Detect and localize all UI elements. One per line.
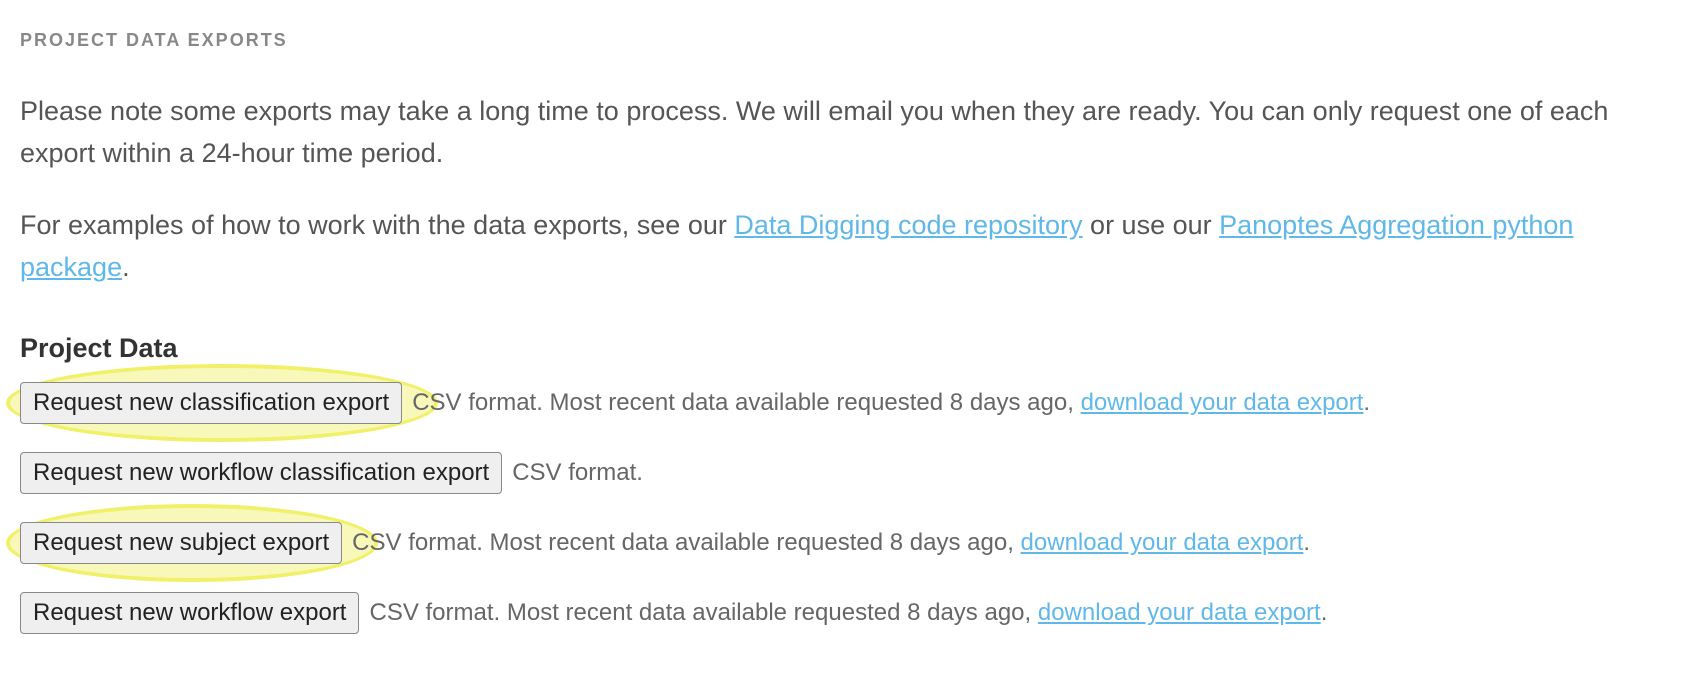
- description-2-prefix: For examples of how to work with the dat…: [20, 210, 734, 240]
- section-title: PROJECT DATA EXPORTS: [20, 30, 1666, 51]
- download-workflow-link[interactable]: download your data export: [1038, 599, 1321, 626]
- data-digging-link[interactable]: Data Digging code repository: [734, 210, 1082, 240]
- subject-desc-suffix: .: [1303, 529, 1310, 556]
- workflow-desc-prefix: CSV format. Most recent data available r…: [369, 599, 1037, 626]
- workflow-export-desc: CSV format. Most recent data available r…: [369, 599, 1327, 627]
- subject-desc-prefix: CSV format. Most recent data available r…: [352, 529, 1020, 556]
- request-workflow-export-button[interactable]: Request new workflow export: [20, 592, 359, 634]
- workflow-desc-suffix: .: [1321, 599, 1328, 626]
- subsection-title: Project Data: [20, 333, 1666, 364]
- request-classification-export-button[interactable]: Request new classification export: [20, 382, 402, 424]
- classification-export-desc: CSV format. Most recent data available r…: [412, 389, 1370, 417]
- request-workflow-classification-export-button[interactable]: Request new workflow classification expo…: [20, 452, 502, 494]
- description-text-1: Please note some exports may take a long…: [20, 91, 1666, 175]
- highlight-classification: Request new classification export: [20, 382, 412, 424]
- export-row-classification: Request new classification export CSV fo…: [20, 382, 1666, 424]
- classification-desc-suffix: .: [1363, 389, 1370, 416]
- export-row-workflow-classification: Request new workflow classification expo…: [20, 452, 1666, 494]
- download-subject-link[interactable]: download your data export: [1021, 529, 1304, 556]
- description-text-2: For examples of how to work with the dat…: [20, 205, 1666, 289]
- export-row-workflow: Request new workflow export CSV format. …: [20, 592, 1666, 634]
- workflow-classification-export-desc: CSV format.: [512, 459, 643, 487]
- description-2-suffix: .: [122, 252, 130, 282]
- classification-desc-prefix: CSV format. Most recent data available r…: [412, 389, 1080, 416]
- request-subject-export-button[interactable]: Request new subject export: [20, 522, 342, 564]
- subject-export-desc: CSV format. Most recent data available r…: [352, 529, 1310, 557]
- export-row-subject: Request new subject export CSV format. M…: [20, 522, 1666, 564]
- description-2-middle: or use our: [1083, 210, 1220, 240]
- highlight-subject: Request new subject export: [20, 522, 352, 564]
- download-classification-link[interactable]: download your data export: [1081, 389, 1364, 416]
